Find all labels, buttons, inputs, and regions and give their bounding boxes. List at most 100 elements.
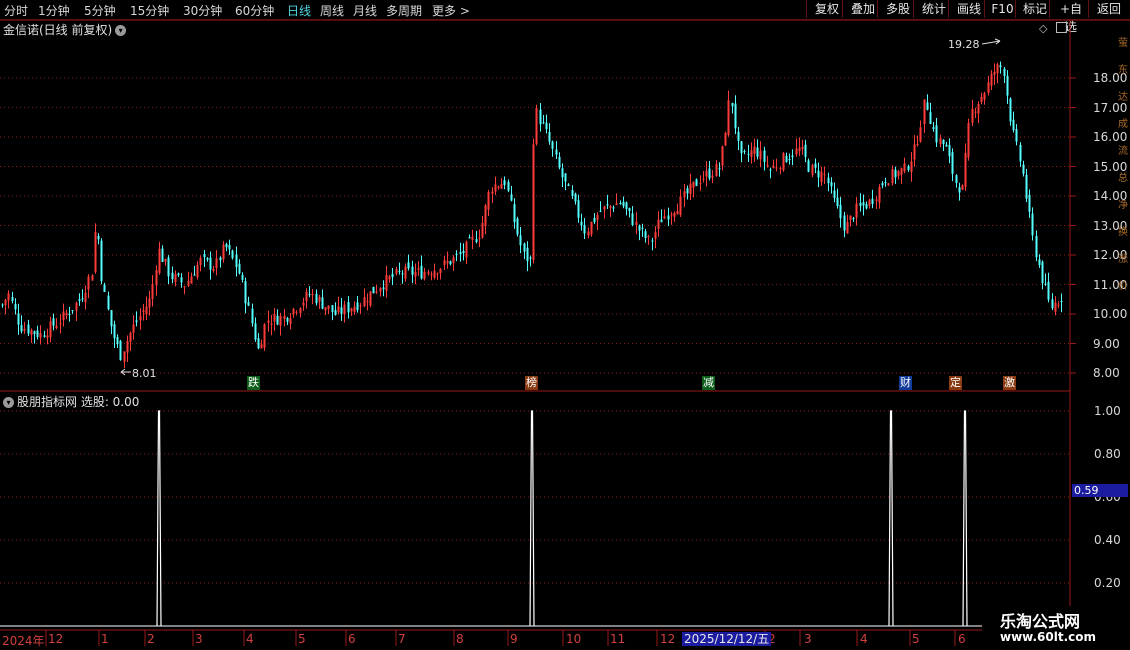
candle-body bbox=[254, 323, 257, 340]
window-toggle-icon[interactable] bbox=[1056, 22, 1067, 33]
candle-body bbox=[142, 310, 145, 312]
candle-body bbox=[222, 244, 225, 260]
event-marker[interactable]: 财 bbox=[899, 376, 912, 390]
event-marker[interactable]: 榜 bbox=[525, 376, 538, 390]
candle-body bbox=[420, 265, 423, 279]
candle-body bbox=[84, 292, 87, 303]
candle-body bbox=[849, 215, 852, 220]
candle-body bbox=[507, 181, 510, 191]
event-marker[interactable]: 激 bbox=[1003, 376, 1016, 390]
candle-body bbox=[855, 203, 858, 218]
candle-body bbox=[366, 301, 369, 303]
candle-body bbox=[75, 302, 78, 311]
candle-body bbox=[660, 219, 663, 223]
candle-body bbox=[331, 305, 334, 312]
date-axis: 2024年 12 1 2 3 4 5 6 7 8 9 10 11 12 2 3 … bbox=[0, 631, 1070, 650]
date-tick: 5 bbox=[298, 632, 306, 646]
candle-body bbox=[78, 299, 81, 302]
candle-body bbox=[199, 257, 202, 265]
candle-body bbox=[135, 320, 138, 323]
candle-body bbox=[548, 131, 551, 142]
candle-body bbox=[455, 253, 458, 255]
candle-body bbox=[11, 296, 14, 301]
candle-body bbox=[443, 260, 446, 265]
candle-body bbox=[843, 215, 846, 231]
event-marker[interactable]: 减 bbox=[702, 376, 715, 390]
event-marker[interactable]: 跌 bbox=[247, 376, 260, 390]
candle-body bbox=[903, 163, 906, 172]
candle-body bbox=[350, 308, 353, 312]
candle-body bbox=[14, 304, 17, 310]
candle-body bbox=[484, 205, 487, 226]
candle-body bbox=[59, 323, 62, 325]
candle-body bbox=[980, 96, 983, 102]
price-tick: 9.00 bbox=[1093, 337, 1120, 351]
side-panel-char: 换 bbox=[1118, 227, 1128, 238]
date-tick: 4 bbox=[246, 632, 254, 646]
candle-body bbox=[628, 207, 631, 212]
candle-body bbox=[753, 146, 756, 154]
candle-body bbox=[62, 311, 65, 321]
chevron-down-icon[interactable]: ▾ bbox=[3, 397, 14, 408]
candle-body bbox=[471, 236, 474, 240]
watermark-url: www.60lt.com bbox=[1000, 630, 1097, 644]
candle-body bbox=[836, 197, 839, 207]
candle-body bbox=[305, 291, 308, 302]
chevron-down-icon[interactable]: ▾ bbox=[115, 25, 127, 36]
side-panel-char: 东 bbox=[1118, 65, 1128, 76]
candle-body bbox=[692, 181, 695, 188]
candle-body bbox=[801, 146, 804, 150]
candle-body bbox=[334, 310, 337, 315]
candle-body bbox=[478, 237, 481, 239]
date-tick: 10 bbox=[566, 632, 582, 646]
candle-body bbox=[551, 141, 554, 149]
candle-body bbox=[689, 183, 692, 195]
candle-body bbox=[81, 298, 84, 300]
candle-body bbox=[830, 182, 833, 187]
candle-body bbox=[238, 263, 241, 274]
side-panel-edge[interactable]: 萤 东 达 成 流 总 净 换 涨 价 bbox=[1118, 20, 1130, 630]
candle-body bbox=[769, 169, 772, 171]
candle-body bbox=[295, 311, 298, 313]
candle-body bbox=[465, 241, 468, 258]
diamond-icon[interactable]: ◇ bbox=[1039, 22, 1047, 35]
candle-body bbox=[865, 204, 868, 209]
candle-body bbox=[4, 299, 7, 306]
candle-body bbox=[820, 171, 823, 182]
side-panel-char: 净 bbox=[1118, 200, 1128, 211]
event-marker[interactable]: 定 bbox=[949, 376, 962, 390]
candle-body bbox=[110, 310, 113, 327]
signal-spike bbox=[156, 410, 162, 627]
candle-body bbox=[734, 103, 737, 129]
candle-body bbox=[292, 308, 295, 315]
indicator-tick: 0.40 bbox=[1094, 533, 1121, 547]
candle-body bbox=[964, 152, 967, 187]
candle-body bbox=[724, 132, 727, 146]
candle-body bbox=[263, 324, 266, 348]
candle-body bbox=[990, 73, 993, 86]
candle-body bbox=[231, 250, 234, 259]
candle-body bbox=[1028, 194, 1031, 212]
candle-body bbox=[948, 144, 951, 157]
candle-body bbox=[116, 337, 119, 345]
candle-body bbox=[942, 139, 945, 145]
candle-body bbox=[779, 168, 782, 170]
candle-body bbox=[788, 158, 791, 160]
candle-body bbox=[257, 338, 260, 349]
candle-body bbox=[196, 264, 199, 278]
candle-body bbox=[417, 268, 420, 270]
candle-body bbox=[286, 318, 289, 322]
candle-body bbox=[180, 277, 183, 283]
candle-body bbox=[641, 227, 644, 229]
candle-body bbox=[430, 274, 433, 276]
candle-body bbox=[574, 193, 577, 202]
candle-body bbox=[907, 166, 910, 170]
candle-body bbox=[644, 231, 647, 239]
candle-body bbox=[539, 109, 542, 125]
candle-body bbox=[206, 257, 209, 260]
candle-body bbox=[171, 272, 174, 280]
candle-body bbox=[187, 280, 190, 286]
candle-body bbox=[401, 273, 404, 275]
kline-chart[interactable] bbox=[0, 0, 1130, 650]
candle-body bbox=[388, 276, 391, 280]
